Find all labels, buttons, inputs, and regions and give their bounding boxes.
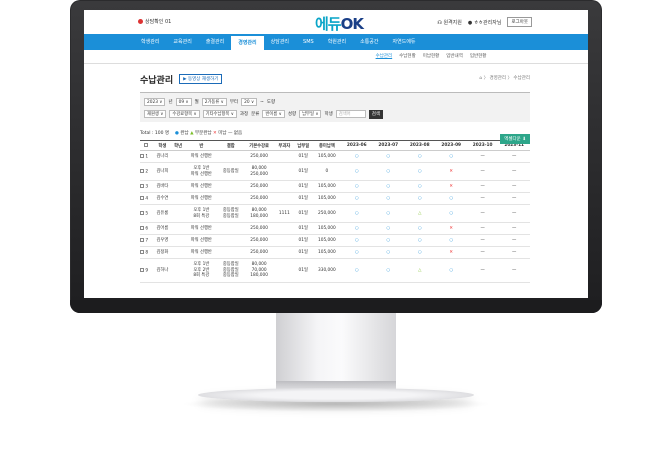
user-name: ● ㅎㅎ관리자님 [467, 19, 502, 26]
subnav-item[interactable]: 미납현황 [423, 50, 440, 63]
column-header[interactable]: 반 [184, 140, 219, 151]
column-header[interactable]: 2023-07 [372, 140, 404, 151]
nav-item[interactable]: 학원관리 [321, 34, 353, 50]
top-bar: 상담확인 01 에듀OK ☊ 원격지원 ● ㅎㅎ관리자님 로그아웃 [84, 10, 588, 34]
alert-icon [138, 19, 143, 24]
table-row[interactable]: 6 김어름 파워 선행반 250,000 01일 105,000 ○ ○ ○ ✕ — — [140, 222, 530, 235]
table-row[interactable]: 8 김정화 파워 선행반 250,000 01일 105,000 ○ ○ ○ ✕ — — [140, 246, 530, 259]
column-header[interactable]: 총미납액 [312, 140, 342, 151]
subnav-item[interactable]: 입반현황 [470, 50, 487, 63]
breadcrumb: ⌂ 〉 경영관리 〉 수납관리 [479, 76, 530, 81]
nav-item[interactable]: 경영관리 [231, 34, 264, 50]
table-row[interactable]: 1 김나리 파워 선행반 250,000 01일 105,000 ○ ○ ○ ○ — — [140, 150, 530, 163]
main-nav: 학생관리 교육관리 출결관리 경영관리 상담관리 SMS 학원관리 소통공간 자연드에듀 [84, 34, 588, 50]
filter-panel: 2023 ∨ 년 09 ∨ 월 2가동류 ∨ 부터 20 ∨ ~ 도향 재원생 ∨ 수강료항목 ∨… [140, 92, 530, 122]
table-row[interactable]: 5 김유롱 오후 1반 8회 특강 중등합일 중등합일 80,000 180,000 1111 0… [140, 204, 530, 223]
table-row[interactable]: 4 김수연 파워 선행반 250,000 01일 105,000 ○ ○ ○ ○ — — [140, 192, 530, 205]
column-header[interactable]: 학생 [152, 140, 172, 151]
table-row[interactable]: 3 김바타 파워 선행반 250,000 01일 105,000 ○ ○ ○ ✕ — — [140, 180, 530, 193]
logout-button[interactable]: 로그아웃 [507, 17, 532, 27]
filter-select[interactable]: 20 ∨ [241, 98, 258, 106]
filter-select[interactable]: 기타수납항목 ∨ [202, 110, 237, 118]
table-row[interactable]: 9 김하나 오후 1반 오후 2반 8회 특강 중등합일 중등합일 중등합일 80,000 70,… [140, 258, 530, 283]
logo[interactable]: 에듀OK [315, 13, 364, 34]
filter-select: 년 [168, 100, 173, 105]
filter-select[interactable]: 재원생 ∨ [144, 110, 167, 118]
monitor-base [198, 388, 474, 402]
nav-item[interactable]: 교육관리 [166, 34, 198, 50]
column-header[interactable]: 기본수강료 [243, 140, 275, 151]
filter-select[interactable]: 2가동류 ∨ [201, 98, 227, 106]
legend: Total : 100 명 ● 완납 ▲ 부분완납 ✕ 미납 — 없음 [140, 131, 243, 136]
filter-select[interactable]: 납부일 ∨ [299, 110, 322, 118]
filter-select: 성향 [287, 112, 297, 117]
filter-select[interactable]: 반이름 ∨ [262, 110, 285, 118]
sub-nav: 수납관리 수납현황 미납현황 입반내역 입반현황 [84, 50, 588, 64]
column-header[interactable]: 2023-10 [466, 140, 499, 151]
subnav-item[interactable]: 수납현황 [399, 50, 416, 63]
filter-select[interactable]: 2023 ∨ [144, 98, 166, 106]
table-row[interactable]: 7 김우영 파워 선행반 250,000 01일 105,000 ○ ○ ○ ○ — — [140, 234, 530, 247]
filter-select: 월 [194, 100, 199, 105]
payment-table: 학생 학년 반 결합 기본수강료 부과자 납부일 총미납액 2023-06 2023-07 2023… [140, 140, 530, 283]
column-header[interactable]: 납부일 [293, 140, 313, 151]
filter-select: 분류 [251, 112, 260, 117]
remote-help-link[interactable]: ☊ 원격지원 [437, 19, 461, 26]
nav-item[interactable]: SMS [296, 34, 321, 50]
subnav-item[interactable]: 수납관리 [376, 50, 393, 63]
monitor-stand [276, 313, 396, 391]
nav-item[interactable]: 학생관리 [134, 34, 166, 50]
column-header[interactable]: 학년 [171, 140, 185, 151]
filter-select: 과정 [239, 112, 249, 117]
filter-select: 부터 [229, 100, 239, 105]
filter-select[interactable]: 09 ∨ [175, 98, 192, 106]
filter-select: 학생 [324, 112, 333, 117]
filter-select[interactable]: 수강료항목 ∨ [169, 110, 200, 118]
table-row[interactable]: 2 김나희 오후 1반 파워 선행반 중등합일 80,000 250,000 01일 0 ○ ○ ○ ✕… [140, 162, 530, 181]
monitor-chin [70, 300, 602, 313]
content: 수납관리 ▶ 동영상 재생하기 ⌂ 〉 경영관리 〉 수납관리 2023 ∨ 년 0… [140, 72, 530, 283]
search-input[interactable]: 검색어 [335, 110, 366, 118]
status-link[interactable]: 상담확인 01 [138, 18, 171, 25]
excel-download-button[interactable]: 엑셀다운 ⬇ [500, 134, 530, 144]
column-header[interactable]: 부과자 [274, 140, 294, 151]
column-header[interactable]: 2023-06 [341, 140, 373, 151]
filter-select: ~ [260, 99, 264, 105]
column-header[interactable]: 2023-09 [435, 140, 467, 151]
filter-select: 도향 [266, 100, 276, 105]
nav-item[interactable]: 자연드에듀 [386, 34, 423, 50]
column-header[interactable]: 결합 [218, 140, 244, 151]
page-title: 수납관리 [140, 75, 174, 86]
search-button[interactable]: 검색 [368, 109, 384, 119]
screen: 상담확인 01 에듀OK ☊ 원격지원 ● ㅎㅎ관리자님 로그아웃 학생관리 교육… [84, 10, 588, 298]
nav-item[interactable]: 상담관리 [264, 34, 296, 50]
video-button[interactable]: ▶ 동영상 재생하기 [179, 74, 223, 84]
nav-item[interactable]: 출결관리 [199, 34, 231, 50]
column-header[interactable]: 2023-08 [404, 140, 436, 151]
nav-item[interactable]: 소통공간 [353, 34, 385, 50]
subnav-item[interactable]: 입반내역 [446, 50, 463, 63]
